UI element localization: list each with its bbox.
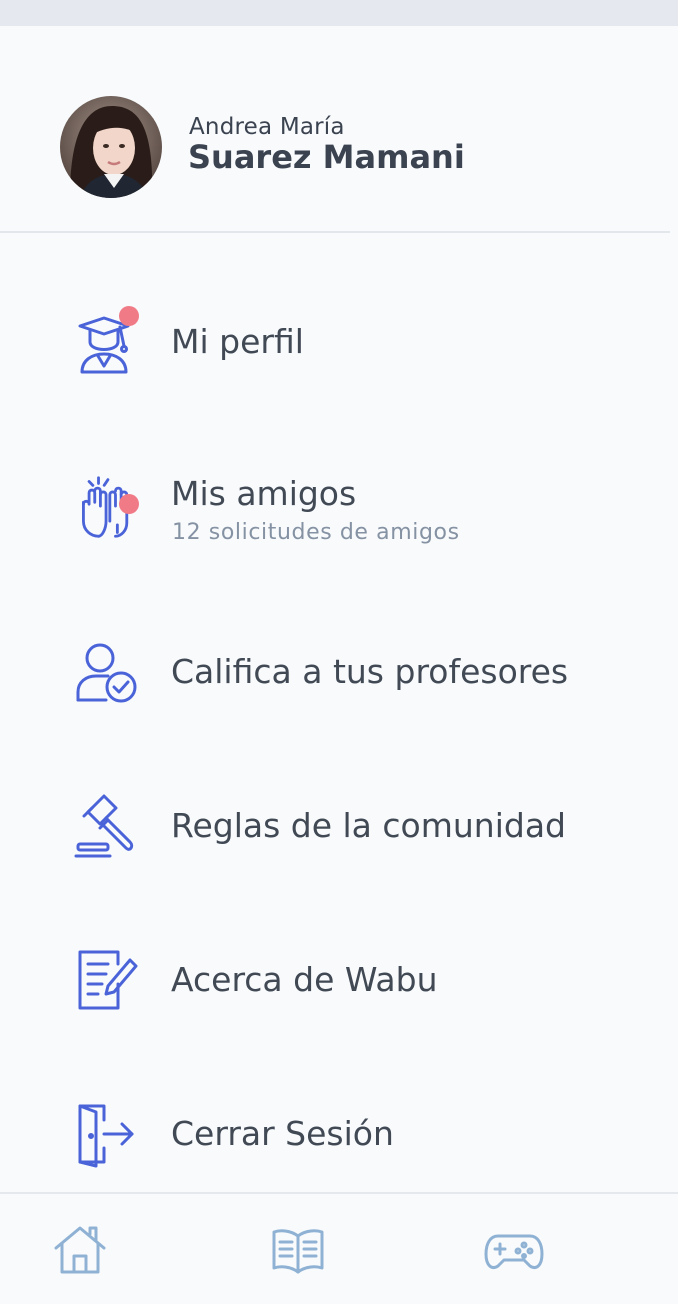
friend-requests-count: 12 solicitudes de amigos [172, 520, 460, 545]
menu-label: Califica a tus profesores [171, 652, 569, 691]
user-last-names: Suarez Mamani [188, 138, 465, 176]
gamepad-icon [484, 1234, 544, 1269]
profile-header: Andrea María Suarez Mamani [0, 26, 670, 233]
document-edit-icon [78, 950, 138, 1010]
menu-label: Mis amigos [171, 474, 357, 513]
bottom-navigation [0, 1192, 678, 1304]
menu-label: Reglas de la comunidad [171, 806, 566, 845]
nav-library-button[interactable] [270, 1222, 330, 1278]
nav-home-button[interactable] [52, 1222, 112, 1278]
status-bar [0, 0, 678, 26]
menu-label: Cerrar Sesión [171, 1114, 394, 1153]
logout-door-icon [78, 1104, 134, 1168]
book-icon [272, 1229, 324, 1274]
side-menu-screen: Andrea María Suarez Mamani Mi perfil Mis… [0, 26, 678, 1304]
menu-item-cerrar-sesion[interactable]: Cerrar Sesión [0, 1074, 678, 1194]
home-icon [54, 1226, 106, 1274]
notification-badge [119, 306, 139, 326]
menu-item-mi-perfil[interactable]: Mi perfil [0, 282, 678, 402]
nav-games-button[interactable] [484, 1222, 544, 1278]
menu-item-reglas-comunidad[interactable]: Reglas de la comunidad [0, 766, 678, 886]
gavel-icon [74, 794, 134, 858]
user-first-names: Andrea María [189, 114, 345, 140]
menu-item-califica-profesores[interactable]: Califica a tus profesores [0, 612, 678, 732]
avatar[interactable] [60, 96, 162, 198]
user-check-icon [76, 643, 137, 703]
menu-label: Acerca de Wabu [171, 960, 438, 999]
menu-item-mis-amigos[interactable]: Mis amigos 12 solicitudes de amigos [0, 434, 678, 554]
notification-badge [119, 494, 139, 514]
menu-item-acerca-wabu[interactable]: Acerca de Wabu [0, 920, 678, 1040]
menu-label: Mi perfil [171, 322, 304, 361]
